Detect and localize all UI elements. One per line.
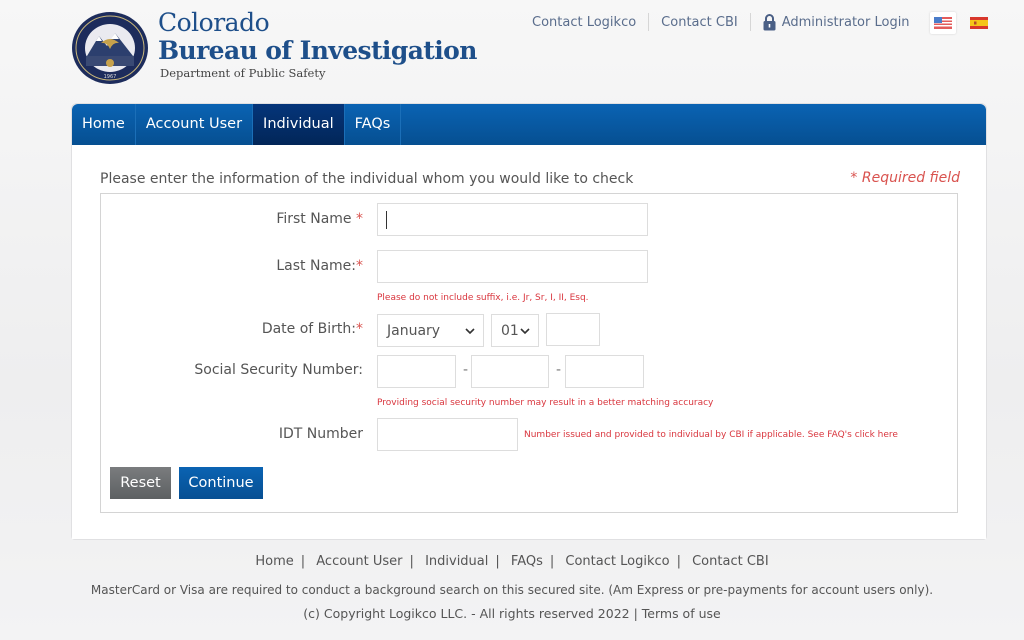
brand-line-department: Department of Public Safety [160, 66, 326, 80]
ssn-part2-input[interactable] [471, 355, 549, 388]
site-header: 1967 Colorado Bureau of Investigation De… [0, 0, 1024, 100]
last-name-label: Last Name:* [276, 258, 363, 274]
brand-line-bureau: Bureau of Investigation [158, 36, 477, 65]
idt-number-input[interactable] [377, 418, 518, 451]
nav-tab-individual[interactable]: Individual [253, 104, 345, 145]
ssn-separator: - [556, 362, 562, 378]
footer-separator: | [549, 554, 555, 569]
footer-link-individual[interactable]: Individual [425, 554, 488, 569]
ssn-label: Social Security Number: [194, 362, 363, 378]
us-flag-icon [934, 17, 952, 29]
payment-note: MasterCard or Visa are required to condu… [90, 583, 934, 597]
cbi-seal-logo[interactable]: 1967 [71, 11, 149, 85]
last-name-label-text: Last Name: [276, 258, 356, 274]
form-intro: Please enter the information of the indi… [100, 171, 634, 187]
idt-number-label: IDT Number [278, 426, 363, 442]
language-switcher [930, 12, 992, 34]
main-nav: Home Account User Individual FAQs [72, 104, 986, 145]
footer-separator: | [676, 554, 681, 569]
copyright: (c) Copyright Logikco LLC. - All rights … [0, 606, 1024, 621]
required-asterisk: * [356, 258, 363, 274]
last-name-hint: Please do not include suffix, i.e. Jr, S… [377, 293, 589, 303]
footer-link-home[interactable]: Home [255, 554, 293, 569]
dob-label-text: Date of Birth: [261, 321, 356, 337]
required-asterisk: * [356, 211, 363, 227]
dob-day-value: 01 [501, 322, 519, 339]
footer-link-contact-logikco[interactable]: Contact Logikco [565, 554, 669, 569]
dob-month-select[interactable]: January [377, 314, 484, 347]
footer-link-contact-cbi[interactable]: Contact CBI [692, 554, 769, 569]
footer-nav: Home | Account User | Individual | FAQs | Co… [0, 554, 1024, 569]
administrator-login-label: Administrator Login [781, 14, 910, 30]
footer-separator: | [409, 554, 414, 569]
nav-tab-faqs[interactable]: FAQs [345, 104, 402, 145]
top-links: Contact Logikco Contact CBI Administrato… [520, 13, 922, 31]
footer-link-faqs[interactable]: FAQs [511, 554, 543, 569]
copyright-text: (c) Copyright Logikco LLC. - All rights … [303, 606, 642, 621]
reset-button[interactable]: Reset [110, 467, 171, 499]
continue-button[interactable]: Continue [179, 467, 263, 499]
first-name-label: First Name * [276, 211, 363, 227]
idt-faq-link[interactable]: Number issued and provided to individual… [524, 430, 898, 440]
administrator-login-link[interactable]: Administrator Login [751, 13, 922, 31]
required-field-note: * Required field [850, 170, 960, 186]
first-name-label-text: First Name [276, 211, 356, 227]
brand-line-colorado: Colorado [158, 8, 270, 37]
spain-flag-icon [970, 17, 988, 29]
nav-tab-home[interactable]: Home [72, 104, 136, 145]
dob-day-select[interactable]: 01 [491, 314, 539, 347]
terms-of-use-link[interactable]: Terms of use [642, 606, 721, 621]
nav-tab-account-user[interactable]: Account User [136, 104, 254, 145]
dob-month-value: January [387, 322, 441, 339]
dob-year-input[interactable] [546, 313, 600, 346]
contact-logikco-link[interactable]: Contact Logikco [520, 15, 648, 30]
ssn-separator: - [463, 362, 469, 378]
contact-cbi-link[interactable]: Contact CBI [649, 15, 750, 30]
language-spanish-button[interactable] [966, 12, 992, 34]
footer-separator: | [495, 554, 500, 569]
form-content: Please enter the information of the indi… [72, 145, 986, 539]
chevron-down-icon [520, 328, 530, 335]
last-name-input[interactable] [377, 250, 648, 283]
ssn-part3-input[interactable] [565, 355, 644, 388]
required-asterisk: * [356, 321, 363, 337]
footer-link-account-user[interactable]: Account User [316, 554, 402, 569]
individual-search-form: First Name * Last Name:* Please do not i… [100, 193, 958, 513]
lock-icon [763, 13, 776, 30]
main-panel: Home Account User Individual FAQs Please… [71, 103, 987, 540]
ssn-part1-input[interactable] [377, 355, 456, 388]
dob-label: Date of Birth:* [262, 321, 363, 337]
seal-year: 1967 [104, 74, 117, 80]
ssn-hint: Providing social security number may res… [377, 398, 714, 408]
first-name-input[interactable] [377, 203, 648, 236]
footer-separator: | [300, 554, 306, 569]
chevron-down-icon [465, 328, 475, 335]
language-english-button[interactable] [930, 12, 956, 34]
brand-title[interactable]: Colorado Bureau of Investigation Departm… [158, 8, 477, 82]
